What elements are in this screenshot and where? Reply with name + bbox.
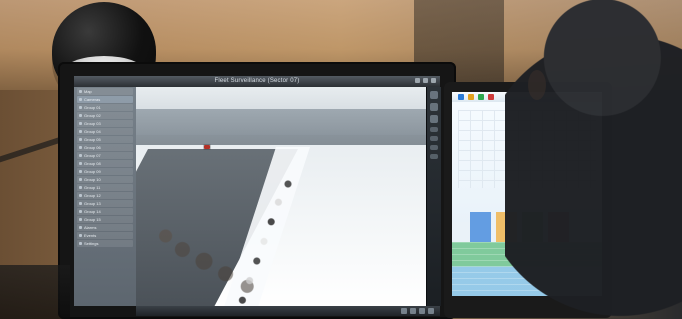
live-video-feed[interactable] bbox=[136, 87, 426, 306]
folder-icon bbox=[79, 122, 82, 125]
forward-icon[interactable] bbox=[419, 308, 425, 314]
zoom-in-icon[interactable] bbox=[430, 91, 438, 99]
sidebar-item-group[interactable]: Group 03 bbox=[77, 120, 133, 127]
folder-icon bbox=[79, 106, 82, 109]
sidebar-item-group[interactable]: Group 07 bbox=[77, 152, 133, 159]
sidebar-item-label: Group 04 bbox=[84, 129, 101, 134]
app-icon-green[interactable] bbox=[478, 94, 484, 100]
secondary-toolbar-icons bbox=[458, 94, 494, 100]
sidebar-item-settings[interactable]: Settings bbox=[77, 240, 133, 247]
sidebar-item-label: Events bbox=[84, 233, 97, 238]
sidebar-item-group[interactable]: Group 10 bbox=[77, 176, 133, 183]
sidebar-item-cameras[interactable]: Cameras bbox=[77, 96, 133, 103]
sidebar-item-label: Group 11 bbox=[84, 185, 101, 190]
sidebar-item-label: Group 12 bbox=[84, 193, 101, 198]
folder-icon bbox=[79, 210, 82, 213]
sidebar-item-group[interactable]: Group 11 bbox=[77, 184, 133, 191]
operator-silhouette bbox=[505, 0, 682, 319]
sidebar-item-label: Group 14 bbox=[84, 209, 101, 214]
record-icon[interactable] bbox=[430, 136, 438, 141]
folder-icon bbox=[79, 218, 82, 221]
app-icon-orange[interactable] bbox=[468, 94, 474, 100]
sidebar-item-group[interactable]: Group 05 bbox=[77, 136, 133, 143]
sidebar-item-group[interactable]: Group 06 bbox=[77, 144, 133, 151]
sidebar-item-label: Group 08 bbox=[84, 161, 101, 166]
sidebar-item-label: Group 09 bbox=[84, 169, 101, 174]
snapshot-icon[interactable] bbox=[430, 127, 438, 132]
player-controls-bar bbox=[136, 306, 440, 316]
sidebar-item-label: Group 07 bbox=[84, 153, 101, 158]
folder-icon bbox=[79, 130, 82, 133]
scene: Fleet Surveillance (Sector 07) Map Camer… bbox=[0, 0, 682, 319]
folder-icon bbox=[79, 194, 82, 197]
folder-icon bbox=[79, 178, 82, 181]
sidebar-item-label: Settings bbox=[84, 241, 99, 246]
folder-icon bbox=[79, 138, 82, 141]
minimize-icon[interactable] bbox=[415, 78, 420, 83]
sidebar-item-map[interactable]: Map bbox=[77, 88, 133, 95]
vms-window-title: Fleet Surveillance (Sector 07) bbox=[214, 78, 300, 84]
sidebar-item-events[interactable]: Events bbox=[77, 232, 133, 239]
sidebar-item-label: Cameras bbox=[84, 97, 101, 102]
gear-icon bbox=[79, 242, 82, 245]
app-icon-red[interactable] bbox=[488, 94, 494, 100]
sidebar-item-label: Group 06 bbox=[84, 145, 101, 150]
folder-icon bbox=[79, 146, 82, 149]
list-icon bbox=[79, 234, 82, 237]
fullscreen-icon[interactable] bbox=[428, 308, 434, 314]
sidebar-item-group[interactable]: Group 12 bbox=[77, 192, 133, 199]
sidebar-item-group[interactable]: Group 02 bbox=[77, 112, 133, 119]
sidebar-item-label: Group 01 bbox=[84, 105, 101, 110]
folder-icon bbox=[79, 186, 82, 189]
folder-icon bbox=[79, 202, 82, 205]
rewind-icon[interactable] bbox=[401, 308, 407, 314]
bell-icon bbox=[79, 226, 82, 229]
layout-icon[interactable] bbox=[430, 145, 438, 150]
sidebar-item-label: Group 05 bbox=[84, 137, 101, 142]
player-controls bbox=[401, 308, 434, 314]
sidebar-item-label: Alarms bbox=[84, 225, 97, 230]
sidebar-item-group[interactable]: Group 08 bbox=[77, 160, 133, 167]
sidebar-item-group[interactable]: Group 01 bbox=[77, 104, 133, 111]
sidebar-item-label: Group 10 bbox=[84, 177, 101, 182]
sidebar-item-alarms[interactable]: Alarms bbox=[77, 224, 133, 231]
operator-ear bbox=[528, 70, 546, 100]
sidebar-item-group[interactable]: Group 04 bbox=[77, 128, 133, 135]
main-monitor: Fleet Surveillance (Sector 07) Map Camer… bbox=[58, 62, 456, 319]
app-icon-blue[interactable] bbox=[458, 94, 464, 100]
camera-icon bbox=[79, 98, 82, 101]
ptz-icon[interactable] bbox=[430, 115, 438, 123]
video-parked-cars bbox=[216, 177, 336, 306]
camera-tree-sidebar: Map Cameras Group 01 Group 02 Group 03 G… bbox=[74, 87, 137, 306]
sidebar-item-label: Group 13 bbox=[84, 201, 101, 206]
foreground-object bbox=[0, 265, 70, 319]
map-icon bbox=[79, 90, 82, 93]
sidebar-item-group[interactable]: Group 14 bbox=[77, 208, 133, 215]
folder-icon bbox=[79, 170, 82, 173]
sidebar-item-label: Group 15 bbox=[84, 217, 101, 222]
folder-icon bbox=[79, 154, 82, 157]
video-toolstrip bbox=[426, 87, 441, 306]
sidebar-item-group[interactable]: Group 09 bbox=[77, 168, 133, 175]
sidebar-item-group[interactable]: Group 13 bbox=[77, 200, 133, 207]
sidebar-item-label: Group 03 bbox=[84, 121, 101, 126]
folder-icon bbox=[79, 114, 82, 117]
zoom-out-icon[interactable] bbox=[430, 103, 438, 111]
more-icon[interactable] bbox=[430, 154, 438, 159]
sidebar-item-label: Group 02 bbox=[84, 113, 101, 118]
close-icon[interactable] bbox=[431, 78, 436, 83]
video-red-car bbox=[204, 145, 210, 149]
maximize-icon[interactable] bbox=[423, 78, 428, 83]
sidebar-item-label: Map bbox=[84, 89, 92, 94]
window-controls bbox=[415, 78, 436, 85]
folder-icon bbox=[79, 162, 82, 165]
vms-titlebar: Fleet Surveillance (Sector 07) bbox=[74, 76, 440, 87]
sidebar-item-group[interactable]: Group 15 bbox=[77, 216, 133, 223]
play-icon[interactable] bbox=[410, 308, 416, 314]
